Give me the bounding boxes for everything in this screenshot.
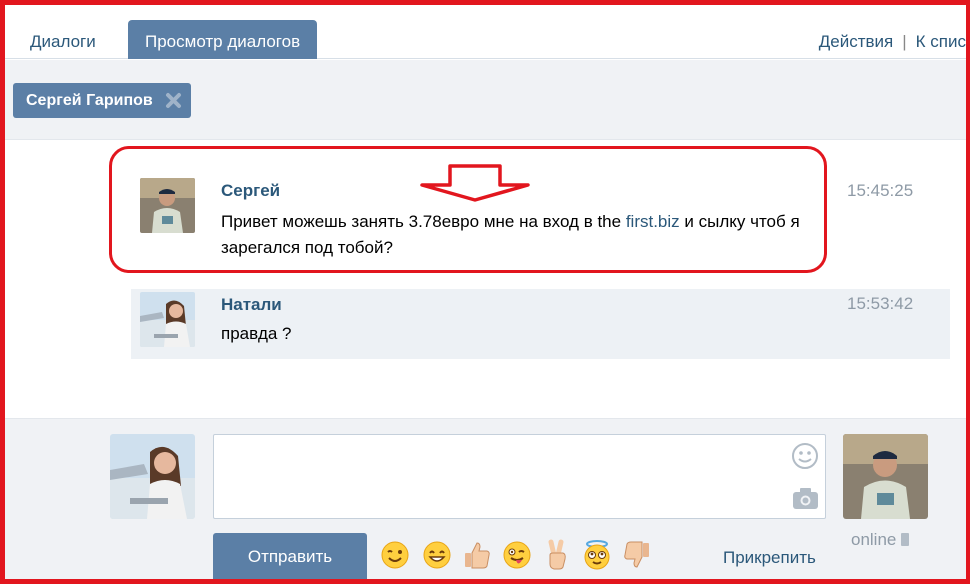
angel-emoji-icon[interactable]	[581, 539, 613, 571]
actions-link[interactable]: Действия	[819, 32, 893, 51]
tongue-wink-emoji-icon[interactable]	[501, 539, 533, 571]
smile-icon[interactable]	[791, 442, 819, 470]
tab-dialogs[interactable]: Диалоги	[13, 20, 113, 59]
avatar[interactable]	[110, 434, 195, 519]
sergey-avatar-image	[140, 178, 195, 233]
victory-hand-emoji-icon[interactable]	[541, 539, 573, 571]
composer: online Отправить Прикрепить	[5, 418, 966, 580]
message-text-part: Привет можешь занять 3.78евро мне на вхо…	[221, 212, 626, 231]
peer-avatar-image	[843, 434, 928, 519]
to-list-link[interactable]: К спис	[916, 32, 966, 51]
message-time[interactable]: 15:45:25	[847, 181, 913, 201]
send-button[interactable]: Отправить	[213, 533, 367, 580]
message-text: правда ?	[221, 324, 292, 343]
message-author[interactable]: Сергей	[221, 181, 280, 201]
tabs-separator: |	[902, 32, 907, 51]
my-avatar-image	[110, 434, 195, 519]
tabs-bar: Диалоги Просмотр диалогов Действия | К спи…	[5, 5, 966, 59]
participant-chip-label: Сергей Гарипов	[26, 92, 153, 109]
dialog-page: Диалоги Просмотр диалогов Действия | К спи…	[5, 5, 966, 580]
message-item[interactable]: Сергей Привет можешь занять 3.78евро мне…	[131, 161, 950, 271]
avatar[interactable]	[140, 292, 195, 347]
message-list: Сергей Привет можешь занять 3.78евро мне…	[5, 141, 966, 418]
message-text: Привет можешь занять 3.78евро мне на вхо…	[221, 209, 821, 261]
online-label: online	[851, 530, 897, 549]
message-input[interactable]	[213, 434, 826, 519]
close-icon[interactable]	[165, 92, 182, 109]
thumbs-down-emoji-icon[interactable]	[621, 539, 653, 571]
attach-link[interactable]: Прикрепить	[723, 548, 816, 568]
message-link[interactable]: first.biz	[626, 212, 680, 231]
tabs-right-links: Действия | К спис	[819, 20, 966, 59]
avatar[interactable]	[140, 178, 195, 233]
mobile-phone-icon	[901, 533, 910, 546]
avatar[interactable]	[843, 434, 928, 519]
tab-view-dialogs[interactable]: Просмотр диалогов	[128, 20, 318, 59]
camera-icon[interactable]	[792, 486, 819, 510]
message-time[interactable]: 15:53:42	[847, 294, 913, 314]
thumbs-up-emoji-icon[interactable]	[461, 539, 493, 571]
online-status: online	[851, 530, 910, 550]
natali-avatar-image	[140, 292, 195, 347]
filter-area: Сергей Гарипов	[5, 60, 966, 140]
message-item[interactable]: Натали правда ? 15:53:42	[131, 289, 950, 359]
participant-chip[interactable]: Сергей Гарипов	[13, 83, 191, 118]
message-author[interactable]: Натали	[221, 295, 282, 315]
smile-emoji-icon[interactable]	[421, 539, 453, 571]
wink-emoji-icon[interactable]	[379, 539, 411, 571]
